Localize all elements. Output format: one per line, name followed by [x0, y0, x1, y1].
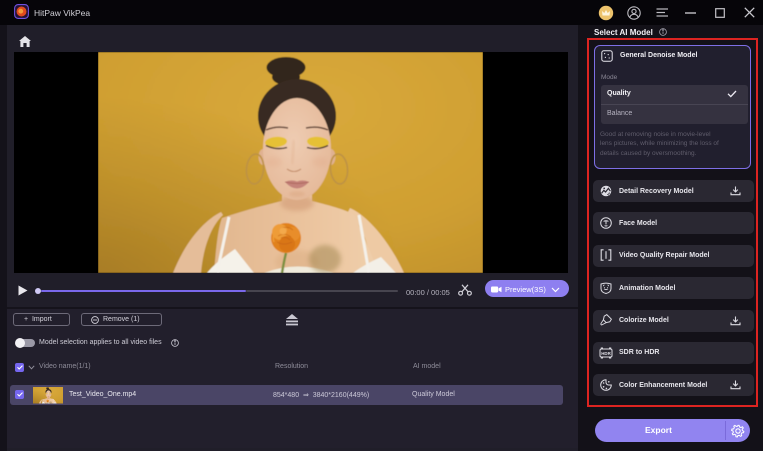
svg-text:HDR: HDR — [601, 351, 611, 356]
